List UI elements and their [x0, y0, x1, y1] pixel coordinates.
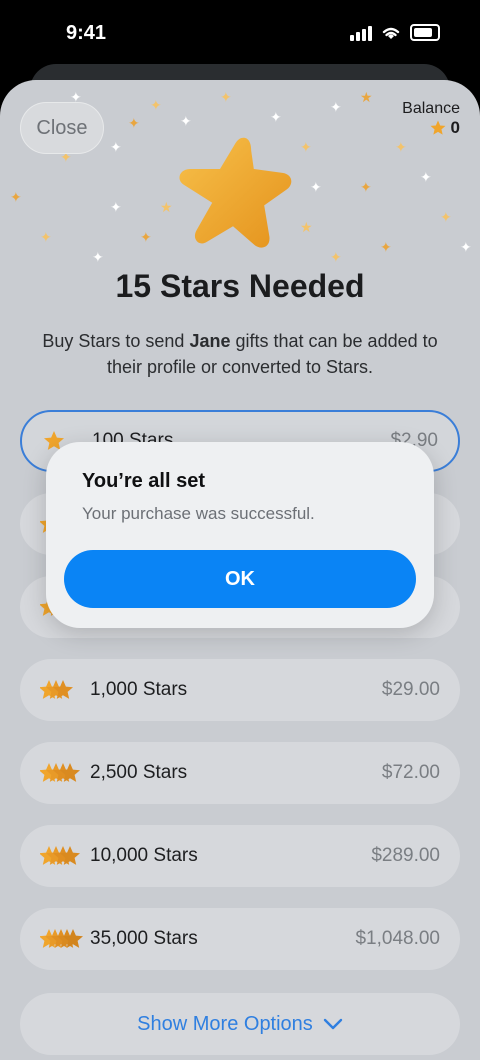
show-more-options-button[interactable]: Show More Options — [20, 993, 460, 1055]
alert-message: Your purchase was successful. — [82, 504, 315, 523]
star-icon — [40, 929, 83, 948]
page-subtitle: Buy Stars to send Jane gifts that can be… — [40, 328, 440, 380]
ok-button[interactable]: OK — [64, 550, 416, 608]
star-icon — [40, 763, 80, 782]
option-row-10000[interactable]: 10,000 Stars $289.00 — [20, 825, 460, 887]
wifi-icon — [382, 27, 400, 39]
battery-icon — [410, 24, 440, 41]
close-button[interactable]: Close — [20, 102, 104, 154]
status-icons — [350, 24, 440, 41]
option-label: 2,500 Stars — [90, 762, 188, 783]
balance-display: Balance 0 — [402, 100, 460, 138]
star-stack — [40, 761, 90, 785]
show-more-label: Show More Options — [137, 1012, 313, 1035]
status-time: 9:41 — [66, 22, 107, 44]
option-label: 1,000 Stars — [90, 679, 188, 700]
option-price: $1,048.00 — [355, 928, 440, 949]
star-stack — [40, 678, 90, 702]
balance-value: 0 — [450, 118, 460, 137]
star-icon — [179, 137, 292, 248]
balance-label: Balance — [402, 100, 460, 117]
chevron-down-icon — [323, 1018, 343, 1030]
alert-title: You’re all set — [82, 470, 206, 492]
star-stack — [40, 927, 90, 951]
option-label: 10,000 Stars — [90, 845, 198, 866]
subtitle-text-pre: Buy Stars to send — [42, 331, 190, 351]
option-price: $72.00 — [381, 762, 440, 783]
star-icon — [430, 120, 446, 135]
option-row-35000[interactable]: 35,000 Stars $1,048.00 — [20, 908, 460, 970]
balance-value-row: 0 — [402, 118, 460, 138]
star-icon — [40, 680, 73, 699]
recipient-name: Jane — [189, 331, 231, 351]
option-row-2500[interactable]: 2,500 Stars $72.00 — [20, 742, 460, 804]
option-row-1000[interactable]: 1,000 Stars $29.00 — [20, 659, 460, 721]
option-price: $29.00 — [381, 679, 440, 700]
star-stack — [40, 844, 90, 868]
page-title: 15 Stars Needed — [115, 268, 365, 304]
success-alert: You’re all set Your purchase was success… — [46, 442, 434, 628]
option-price: $289.00 — [371, 845, 440, 866]
signal-icon — [350, 25, 372, 41]
star-icon — [40, 846, 80, 865]
status-bar: 9:41 — [0, 0, 480, 70]
option-label: 35,000 Stars — [90, 928, 198, 949]
